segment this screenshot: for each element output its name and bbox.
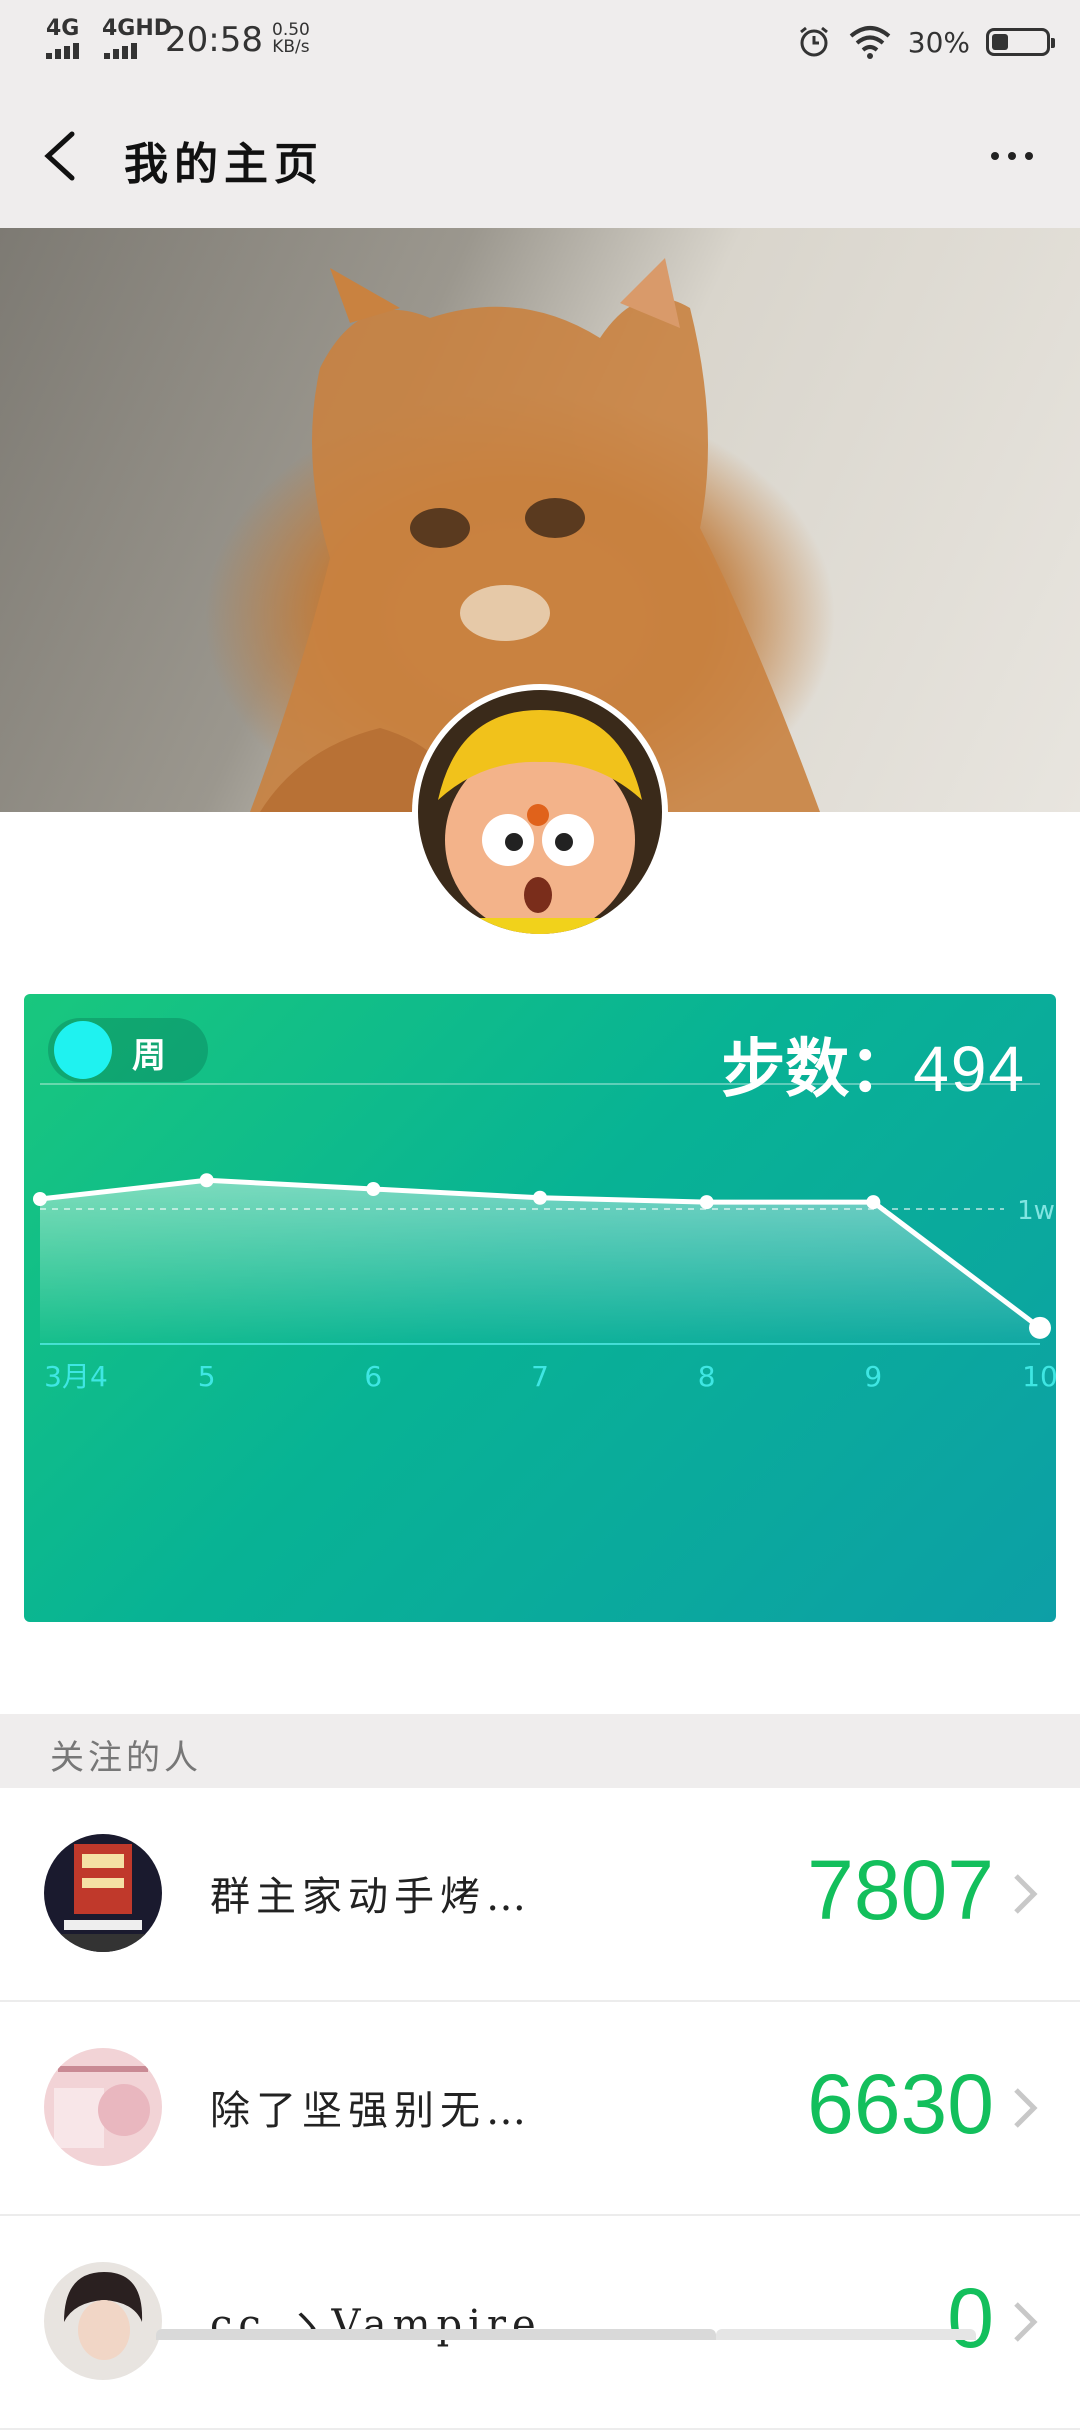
- more-button[interactable]: [976, 132, 1048, 180]
- follower-name: cc ゝVampire: [210, 2302, 542, 2348]
- chevron-right-icon: [1014, 2088, 1038, 2128]
- follower-steps: 7807: [807, 1843, 994, 1937]
- toggle-label: 周: [132, 1036, 166, 1076]
- data-point-2: [366, 1182, 381, 1196]
- avatar: [44, 1834, 162, 1952]
- list-item[interactable]: cc ゝVampire 0: [0, 2216, 1080, 2430]
- period-toggle[interactable]: 周: [48, 1018, 208, 1082]
- list-item[interactable]: 群主家动手烤… 7807: [0, 1788, 1080, 2002]
- avatar: [44, 2048, 162, 2166]
- follower-name: 除了坚强别无…: [210, 2088, 532, 2134]
- avatar: [44, 2262, 162, 2380]
- signal-icon: [46, 40, 82, 59]
- following-section-header: 关注的人: [0, 1714, 1080, 1788]
- chevron-left-icon: [44, 131, 75, 181]
- cartoon-boy-avatar: [418, 690, 662, 934]
- signal-icon-2: [104, 40, 140, 59]
- follower-steps: 6630: [807, 2057, 994, 2151]
- x-tick-label-3: 7: [531, 1360, 549, 1393]
- scroll-indicator: [156, 2329, 716, 2340]
- network-type-label: 4G: [46, 16, 80, 41]
- alarm-icon: [799, 26, 828, 57]
- steps-summary: 步数：494: [721, 1018, 1026, 1110]
- profile-avatar[interactable]: [412, 684, 668, 940]
- scroll-indicator-2: [716, 2329, 976, 2340]
- x-tick-label-2: 6: [364, 1360, 382, 1393]
- wifi-icon: [849, 26, 891, 59]
- more-dots-icon: [991, 152, 999, 160]
- status-bar: 4G 4GHD 20:58 0.50 KB/s 30%: [0, 0, 1080, 84]
- network-speed: 0.50 KB/s: [272, 22, 310, 56]
- section-title: 关注的人: [50, 1738, 202, 1778]
- data-point-0: [33, 1192, 47, 1206]
- steps-prefix: 步数：: [721, 1032, 914, 1107]
- data-point-1: [199, 1173, 214, 1188]
- list-item[interactable]: 除了坚强别无… 6630: [0, 2002, 1080, 2216]
- page-title: 我的主页: [124, 139, 324, 190]
- chevron-right-icon: [1014, 1874, 1038, 1914]
- follower-name: 群主家动手烤…: [210, 1874, 532, 1920]
- x-tick-label-6: 10: [1022, 1360, 1056, 1393]
- more-dot: [1025, 152, 1033, 160]
- reference-line-label: 1w: [1017, 1196, 1055, 1226]
- data-point-5: [866, 1195, 881, 1210]
- data-point-6: [1029, 1316, 1051, 1339]
- data-point-4: [699, 1195, 714, 1210]
- more-dot: [1008, 152, 1016, 160]
- toggle-knob: [54, 1021, 112, 1079]
- follower-steps: 0: [947, 2271, 994, 2365]
- battery-icon: [986, 28, 1055, 56]
- steps-value: 494: [913, 1033, 1026, 1105]
- x-tick-label-0: 3月4: [44, 1360, 108, 1393]
- chevron-right-icon: [1014, 2302, 1038, 2342]
- avatar: [418, 690, 662, 934]
- series-area: [40, 1180, 1040, 1344]
- shop-sign-avatar: [44, 1834, 162, 1952]
- data-point-3: [533, 1190, 547, 1205]
- pink-photo-avatar: [44, 2048, 162, 2166]
- clock: 20:58: [165, 20, 263, 60]
- x-tick-label-4: 8: [698, 1360, 716, 1393]
- network-type-label-2: 4GHD: [102, 16, 173, 41]
- portrait-avatar: [44, 2262, 162, 2380]
- step-chart-card: 1w 3月4 5 6 7 8 9 10 周 步数：494: [24, 994, 1056, 1622]
- network-speed-unit: KB/s: [272, 37, 310, 57]
- back-button[interactable]: [32, 124, 96, 188]
- battery-percent: 30%: [907, 25, 970, 59]
- x-tick-label-1: 5: [198, 1360, 216, 1393]
- status-right: 30%: [796, 18, 1055, 66]
- app-bar: 我的主页: [0, 84, 1080, 228]
- x-tick-label-5: 9: [864, 1360, 882, 1393]
